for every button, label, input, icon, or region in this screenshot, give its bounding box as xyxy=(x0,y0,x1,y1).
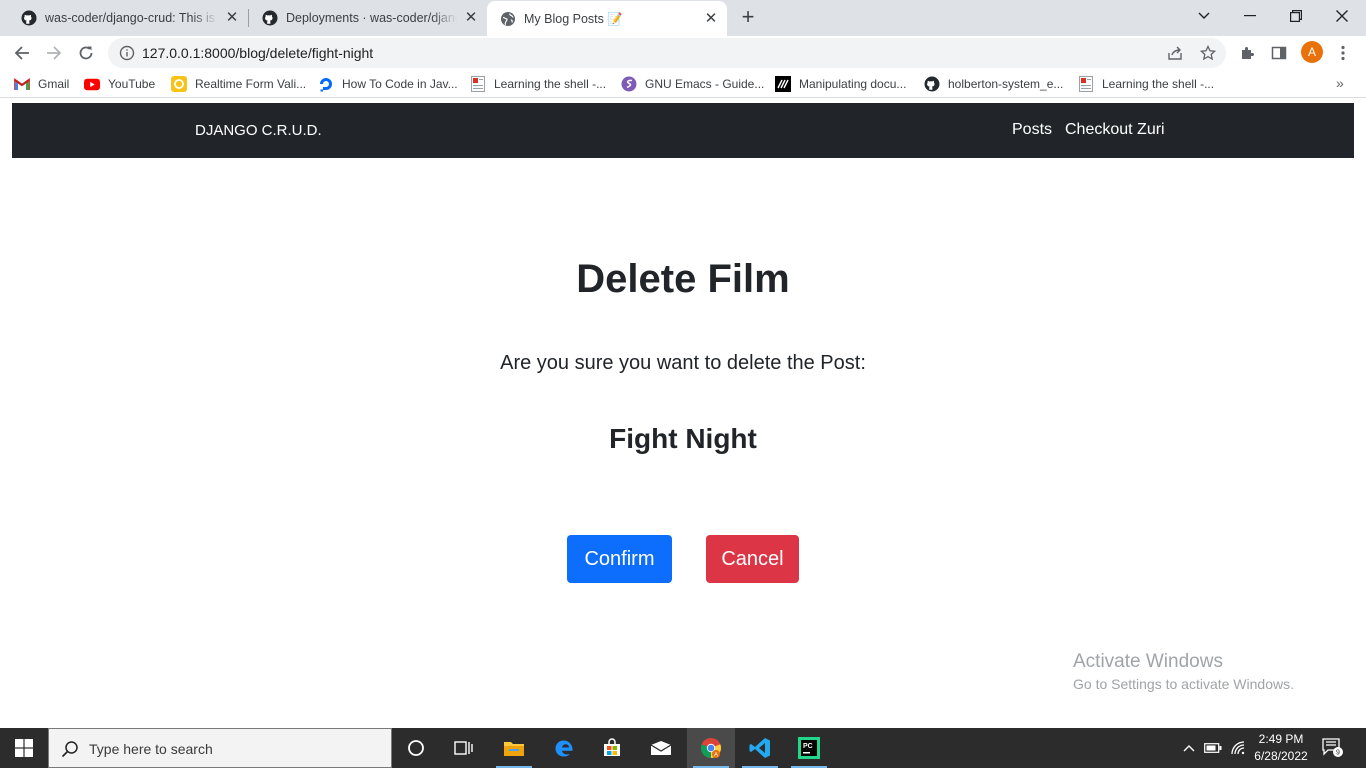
youtube-icon xyxy=(84,76,100,92)
cortana-icon[interactable] xyxy=(392,728,440,768)
windows-taskbar: Type here to search A PC 2:49 PM 6/28/20… xyxy=(0,728,1366,768)
pycharm-icon[interactable]: PC xyxy=(785,728,833,768)
github-icon xyxy=(262,10,278,26)
tab-my-blog-posts[interactable]: My Blog Posts 📝 ✕ xyxy=(487,1,727,37)
file-explorer-icon[interactable] xyxy=(490,728,538,768)
bookmark-learning-shell[interactable]: Learning the shell -... xyxy=(470,76,606,92)
address-bar[interactable]: 127.0.0.1:8000/blog/delete/fight-night xyxy=(108,38,1226,68)
share-icon[interactable] xyxy=(1166,44,1184,62)
back-arrow-icon[interactable] xyxy=(9,40,35,66)
digitalocean-icon xyxy=(318,76,334,92)
nav-link-posts[interactable]: Posts xyxy=(1012,121,1052,139)
battery-icon[interactable] xyxy=(1202,728,1224,768)
activation-watermark-title: Activate Windows xyxy=(1073,651,1223,672)
nav-link-checkout-zuri[interactable]: Checkout Zuri xyxy=(1065,121,1165,139)
tab-search-icon[interactable] xyxy=(1181,0,1227,32)
bookmark-label: GNU Emacs - Guide... xyxy=(645,77,765,91)
tab-title: Deployments · was-coder/django xyxy=(286,11,457,25)
bookmark-label: Learning the shell -... xyxy=(494,77,607,91)
tab-django-crud[interactable]: was-coder/django-crud: This is a ✕ xyxy=(8,0,248,36)
close-icon[interactable]: ✕ xyxy=(463,10,479,26)
mail-icon[interactable] xyxy=(637,728,685,768)
close-icon[interactable]: ✕ xyxy=(703,11,719,27)
activation-watermark-subtitle: Go to Settings to activate Windows. xyxy=(1073,676,1294,692)
edge-icon[interactable] xyxy=(540,728,588,768)
browser-toolbar: 127.0.0.1:8000/blog/delete/fight-night A xyxy=(0,36,1366,70)
bookmark-gmail[interactable]: Gmail xyxy=(14,76,69,92)
site-info-icon[interactable] xyxy=(119,45,135,61)
extensions-puzzle-icon[interactable] xyxy=(1238,44,1256,62)
close-window-button[interactable] xyxy=(1319,0,1365,32)
svg-text:PC: PC xyxy=(803,743,813,750)
page-icon xyxy=(470,76,486,92)
bookmark-youtube[interactable]: YouTube xyxy=(84,76,155,92)
page-title: Delete Film xyxy=(576,257,790,301)
bookmarks-overflow-button[interactable]: » xyxy=(1336,75,1344,91)
mdn-icon xyxy=(775,76,791,92)
reload-icon[interactable] xyxy=(73,40,99,66)
taskbar-search-box[interactable]: Type here to search xyxy=(48,728,392,768)
bookmark-label: Gmail xyxy=(38,77,70,91)
svg-text:A: A xyxy=(714,753,718,759)
gmail-icon xyxy=(14,76,30,92)
search-icon xyxy=(61,740,79,758)
notification-count: 9 xyxy=(1336,750,1340,757)
tab-strip: was-coder/django-crud: This is a ✕ Deplo… xyxy=(0,0,1366,37)
bookmark-label: How To Code in Jav... xyxy=(342,77,458,91)
cancel-button[interactable]: Cancel xyxy=(706,535,799,583)
bookmark-holberton[interactable]: holberton-system_e... xyxy=(924,76,1063,92)
vscode-icon[interactable] xyxy=(736,728,784,768)
wifi-icon[interactable] xyxy=(1228,728,1250,768)
realtime-form-icon xyxy=(171,76,187,92)
clock-date: 6/28/2022 xyxy=(1254,749,1308,763)
globe-icon xyxy=(500,11,516,27)
store-icon[interactable] xyxy=(588,728,636,768)
taskbar-clock[interactable]: 2:49 PM 6/28/2022 xyxy=(1252,731,1310,765)
page-icon xyxy=(1078,76,1094,92)
task-view-icon[interactable] xyxy=(440,728,488,768)
page-viewport: DJANGO C.R.U.D. Posts Checkout Zuri Dele… xyxy=(0,99,1366,728)
chrome-icon[interactable]: A xyxy=(687,728,735,768)
profile-avatar[interactable]: A xyxy=(1301,41,1323,63)
bookmark-how-to-code[interactable]: How To Code in Jav... xyxy=(318,76,458,92)
bookmark-manipulating-docs[interactable]: Manipulating docu... xyxy=(775,76,906,92)
restore-button[interactable] xyxy=(1273,0,1319,32)
delete-confirmation-text: Are you sure you want to delete the Post… xyxy=(500,352,866,374)
bookmark-label: Realtime Form Vali... xyxy=(195,77,307,91)
site-navbar: DJANGO C.R.U.D. Posts Checkout Zuri xyxy=(12,103,1354,158)
bookmark-label: Learning the shell -... xyxy=(1102,77,1215,91)
bookmark-gnu-emacs[interactable]: GNU Emacs - Guide... xyxy=(621,76,764,92)
forward-arrow-icon[interactable] xyxy=(41,40,67,66)
emacs-icon xyxy=(621,76,637,92)
confirm-button[interactable]: Confirm xyxy=(567,535,672,583)
tab-title: was-coder/django-crud: This is a xyxy=(45,11,218,25)
windows-start-icon[interactable] xyxy=(0,728,48,768)
post-title: Fight Night xyxy=(609,423,757,454)
new-tab-button[interactable]: + xyxy=(736,6,760,30)
bookmark-star-icon[interactable] xyxy=(1199,44,1217,62)
notifications-icon[interactable]: 9 xyxy=(1318,728,1348,768)
site-brand[interactable]: DJANGO C.R.U.D. xyxy=(195,122,322,139)
bookmark-learning-shell-2[interactable]: Learning the shell -... xyxy=(1078,76,1214,92)
search-placeholder: Type here to search xyxy=(89,741,213,757)
minimize-button[interactable] xyxy=(1227,0,1273,32)
chrome-menu-icon[interactable] xyxy=(1334,44,1352,62)
bookmark-label: holberton-system_e... xyxy=(948,77,1064,91)
clock-time: 2:49 PM xyxy=(1258,732,1304,746)
github-icon xyxy=(21,10,37,26)
tab-title: My Blog Posts 📝 xyxy=(524,11,623,26)
bookmark-label: Manipulating docu... xyxy=(799,77,907,91)
side-panel-icon[interactable] xyxy=(1270,44,1288,62)
bookmark-label: YouTube xyxy=(108,77,156,91)
github-icon xyxy=(924,76,940,92)
bookmark-realtime-form[interactable]: Realtime Form Vali... xyxy=(171,76,306,92)
tray-overflow-chevron-icon[interactable] xyxy=(1180,728,1198,768)
url-text: 127.0.0.1:8000/blog/delete/fight-night xyxy=(142,45,374,61)
close-icon[interactable]: ✕ xyxy=(224,10,240,26)
tab-deployments[interactable]: Deployments · was-coder/django ✕ xyxy=(249,0,487,36)
bookmarks-bar: Gmail YouTube Realtime Form Vali... How … xyxy=(0,70,1366,98)
